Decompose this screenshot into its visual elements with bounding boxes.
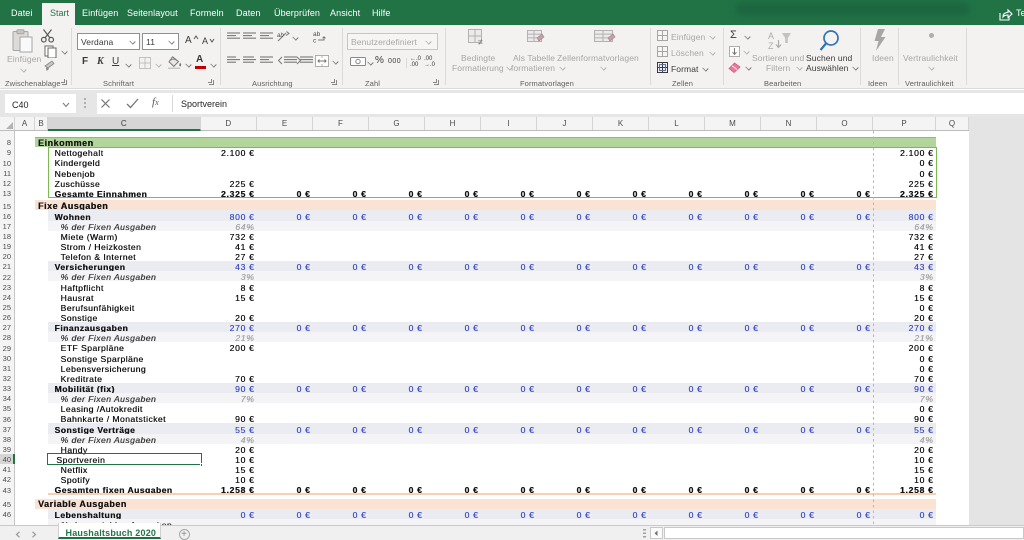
svg-text:A: A — [768, 31, 774, 41]
svg-text:Z: Z — [768, 41, 774, 51]
svg-text:≠: ≠ — [478, 37, 483, 47]
svg-text:c: c — [313, 38, 317, 44]
svg-text:ab: ab — [277, 33, 284, 39]
